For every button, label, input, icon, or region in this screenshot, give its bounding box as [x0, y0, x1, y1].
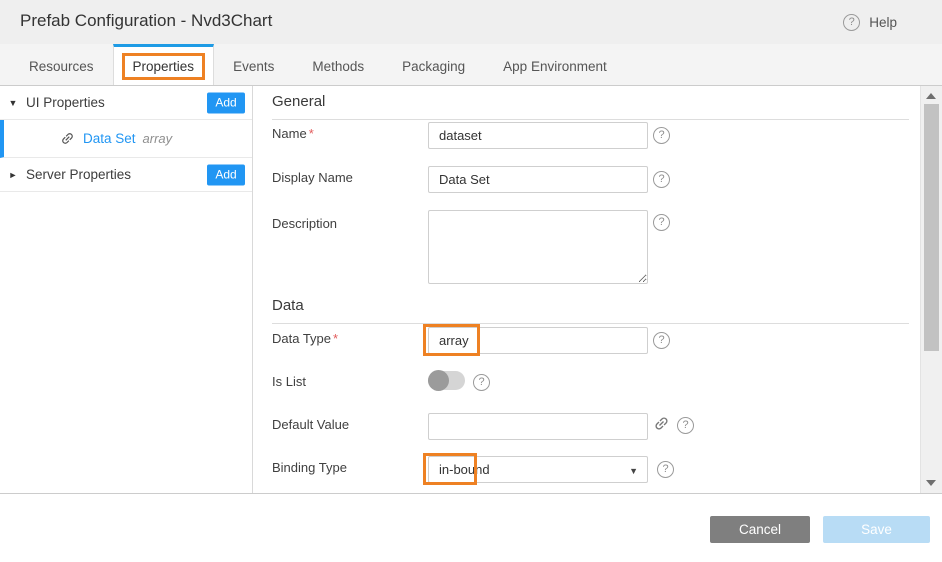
display-name-label: Display Name	[272, 170, 353, 185]
help-button[interactable]: Help	[843, 12, 897, 32]
display-name-help-icon[interactable]	[653, 171, 670, 188]
tab-bar: Resources Properties Events Methods Pack…	[0, 44, 942, 86]
sidebar-group-server-properties[interactable]: Server Properties Add	[0, 158, 252, 192]
help-icon	[843, 14, 860, 31]
bind-link-icon[interactable]	[653, 415, 670, 432]
is-list-toggle[interactable]	[428, 370, 465, 391]
binding-type-select[interactable]: in-bound	[428, 456, 648, 483]
tab-properties[interactable]: Properties	[113, 44, 215, 85]
save-button[interactable]: Save	[823, 516, 930, 543]
section-data: Data	[272, 297, 909, 324]
properties-sidebar: UI Properties Add Data Set array Server …	[0, 86, 253, 493]
toggle-knob	[428, 370, 449, 391]
name-input[interactable]	[428, 122, 648, 149]
description-label: Description	[272, 216, 337, 231]
vertical-scrollbar[interactable]	[920, 86, 942, 493]
caret-right-icon	[0, 170, 26, 180]
property-name: Data Set	[83, 131, 136, 146]
cancel-button[interactable]: Cancel	[710, 516, 810, 543]
binding-type-label: Binding Type	[272, 460, 347, 475]
name-label: Name*	[272, 126, 314, 141]
default-value-help-icon[interactable]	[677, 417, 694, 434]
default-value-input[interactable]	[428, 413, 648, 440]
display-name-input[interactable]	[428, 166, 648, 193]
required-asterisk: *	[333, 331, 338, 346]
scroll-down-icon[interactable]	[926, 480, 936, 486]
select-caret-icon	[629, 466, 638, 476]
data-type-label: Data Type*	[272, 331, 338, 346]
data-type-input[interactable]	[428, 327, 648, 354]
default-value-label: Default Value	[272, 417, 349, 432]
property-type: array	[143, 131, 173, 146]
description-help-icon[interactable]	[653, 214, 670, 231]
scrollbar-thumb[interactable]	[924, 104, 939, 351]
binding-type-value: in-bound	[439, 462, 490, 477]
sidebar-group-ui-properties[interactable]: UI Properties Add	[0, 86, 252, 120]
name-help-icon[interactable]	[653, 127, 670, 144]
tab-methods[interactable]: Methods	[293, 44, 383, 85]
binding-type-help-icon[interactable]	[657, 461, 674, 478]
description-textarea[interactable]	[428, 210, 648, 284]
window-title: Prefab Configuration - Nvd3Chart	[20, 11, 272, 31]
dialog-footer: Cancel Save	[0, 493, 942, 562]
sidebar-item-data-set[interactable]: Data Set array	[0, 120, 252, 158]
tab-resources[interactable]: Resources	[10, 44, 113, 85]
property-form-panel: General Name* Display Name Description D…	[253, 86, 920, 493]
tab-app-environment[interactable]: App Environment	[484, 44, 626, 85]
scroll-up-icon[interactable]	[926, 93, 936, 99]
tab-packaging[interactable]: Packaging	[383, 44, 484, 85]
add-server-property-button[interactable]: Add	[207, 164, 245, 185]
is-list-label: Is List	[272, 374, 306, 389]
help-label: Help	[869, 15, 897, 30]
data-type-help-icon[interactable]	[653, 332, 670, 349]
link-icon	[60, 131, 75, 146]
tab-events[interactable]: Events	[214, 44, 293, 85]
add-ui-property-button[interactable]: Add	[207, 92, 245, 113]
is-list-help-icon[interactable]	[473, 374, 490, 391]
required-asterisk: *	[309, 126, 314, 141]
caret-down-icon	[0, 98, 26, 108]
titlebar: Prefab Configuration - Nvd3Chart Help	[0, 0, 942, 44]
section-general: General	[272, 93, 909, 120]
